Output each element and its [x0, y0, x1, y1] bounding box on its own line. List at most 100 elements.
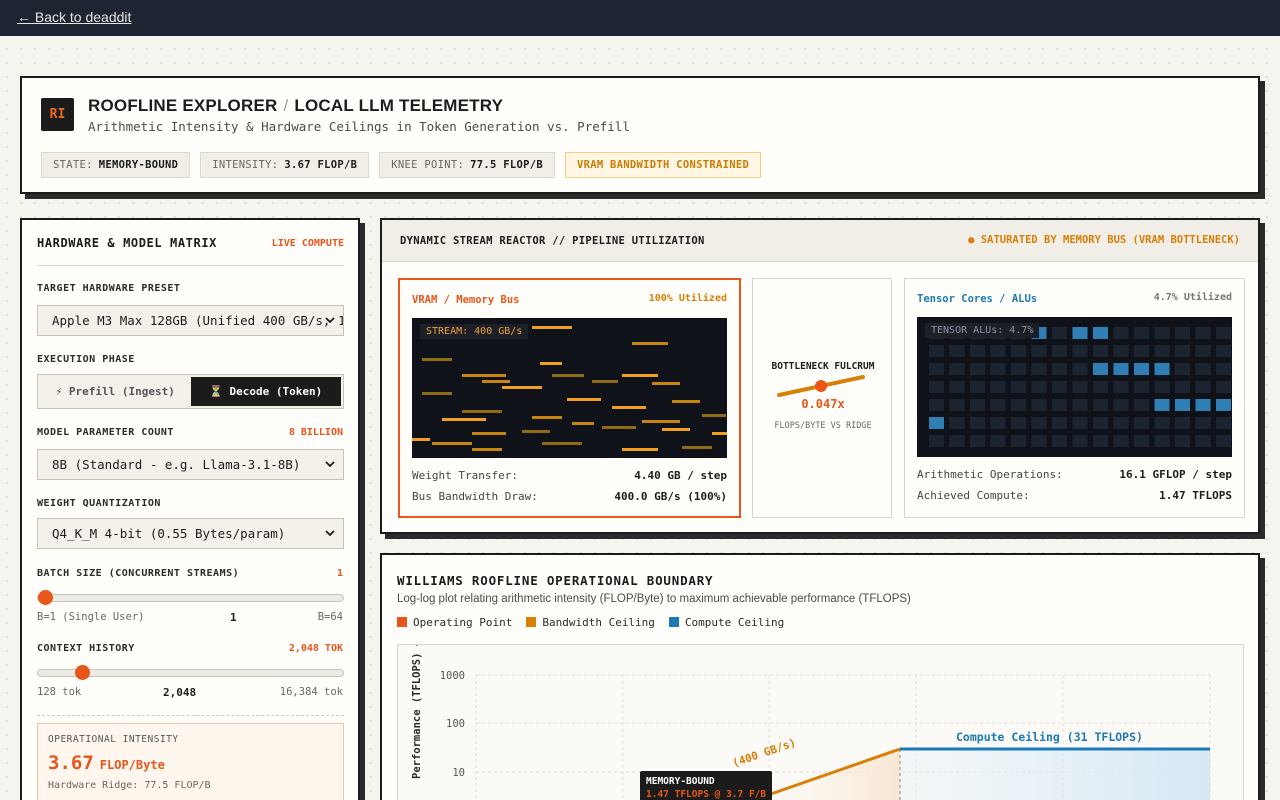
stream-dash [652, 382, 680, 385]
phase-prefill-button[interactable]: ⚡ Prefill (Ingest) [40, 377, 191, 406]
stat-value: 1.47 TFLOPS [1159, 489, 1232, 502]
alu-cell [929, 345, 944, 357]
status-badges: STATE: MEMORY-BOUND INTENSITY: 3.67 FLOP/B… [41, 152, 762, 178]
fulcrum-lever-icon [777, 375, 865, 397]
badge-value: 3.67 FLOP/B [284, 159, 358, 171]
badge-value: MEMORY-BOUND [98, 159, 179, 171]
alu-cell [1134, 345, 1149, 357]
bottleneck-fulcrum-card: BOTTLENECK FULCRUM 0.047x FLOPS/BYTE VS … [752, 278, 892, 518]
stream-dash [532, 326, 572, 329]
batch-label: BATCH SIZE (CONCURRENT STREAMS) [37, 568, 240, 579]
panel-title: HARDWARE & MODEL MATRIX [37, 236, 217, 250]
tooltip-line-1: MEMORY-BOUND [646, 776, 715, 787]
alu-grid-visual: TENSOR ALUs: 4.7% [917, 317, 1232, 457]
alu-cell [1113, 327, 1129, 339]
context-slider-handle[interactable] [74, 665, 90, 680]
header-card: RI ROOFLINE EXPLORER / LOCAL LLM TELEMETRY… [20, 76, 1260, 194]
state-badge: STATE: MEMORY-BOUND [41, 152, 191, 178]
stream-dash [592, 380, 618, 383]
alu-cell [1072, 327, 1088, 339]
badge-key: KNEE POINT: [391, 159, 465, 171]
reactor-title: DYNAMIC STREAM REACTOR // PIPELINE UTILI… [400, 235, 705, 247]
roofline-description: Log-log plot relating arithmetic intensi… [397, 593, 911, 605]
alu-cell [1093, 345, 1108, 357]
panel-header: HARDWARE & MODEL MATRIX LIVE COMPUTE [37, 236, 344, 266]
stream-dash [462, 374, 506, 377]
alu-cell [1072, 381, 1088, 393]
alu-cell [970, 417, 985, 429]
stream-reactor-panel: DYNAMIC STREAM REACTOR // PIPELINE UTILI… [380, 218, 1260, 534]
alu-cell [1011, 345, 1026, 357]
stat-key: Weight Transfer: [412, 469, 518, 482]
alu-cell [1011, 381, 1026, 393]
reactor-header: DYNAMIC STREAM REACTOR // PIPELINE UTILI… [382, 220, 1258, 262]
back-link[interactable]: ← Back to deaddit [17, 9, 131, 25]
params-select[interactable]: 8B (Standard - e.g. Llama-3.1-8B) [37, 449, 344, 480]
stream-dash [682, 446, 712, 449]
stream-dash [412, 438, 430, 441]
stream-dash [572, 422, 594, 425]
stream-dash [532, 416, 562, 419]
alu-cell [1072, 345, 1088, 357]
batch-slider[interactable] [37, 590, 344, 605]
stream-dash [632, 342, 668, 345]
stream-dash [622, 374, 658, 377]
batch-max: B=64 [317, 611, 343, 623]
alu-cell [1011, 399, 1026, 411]
knee-point-badge: KNEE POINT: 77.5 FLOP/B [379, 152, 555, 178]
legend-label: Operating Point [413, 616, 513, 629]
alu-cell [1154, 345, 1170, 357]
legend-operating-point: Operating Point [397, 616, 512, 629]
stream-dash [712, 432, 727, 435]
chevron-down-icon [325, 317, 335, 324]
legend-label: Bandwidth Ceiling [542, 616, 655, 629]
alu-cell [1216, 327, 1231, 339]
stream-dash [702, 414, 726, 417]
fulcrum-value: 0.047x [801, 397, 845, 411]
reactor-status: ● SATURATED BY MEMORY BUS (VRAM BOTTLENE… [968, 234, 1240, 246]
tensor-utilization: 4.7% Utilized [1153, 292, 1232, 303]
stream-dashes [412, 326, 727, 451]
alu-cell [990, 345, 1006, 357]
intensity-badge: INTENSITY: 3.67 FLOP/B [200, 152, 370, 178]
alu-cell [1031, 417, 1047, 429]
alu-cell [1031, 381, 1047, 393]
badge-key: STATE: [53, 159, 93, 171]
alu-cell [949, 345, 965, 357]
batch-slider-handle[interactable] [38, 590, 53, 605]
alu-cell [949, 417, 965, 429]
alu-cell [1195, 417, 1211, 429]
compute-ceiling-label: Compute Ceiling (31 TFLOPS) [956, 730, 1143, 744]
context-slider[interactable] [37, 665, 344, 680]
alu-cell [1052, 327, 1067, 339]
stat-value: 16.1 GFLOP / step [1119, 468, 1232, 481]
oi-ridge: Hardware Ridge: 77.5 FLOP/B [48, 780, 211, 791]
stream-dash [442, 418, 486, 421]
alu-cell [1216, 435, 1231, 447]
stream-dash [522, 430, 550, 433]
alu-cell [990, 435, 1006, 447]
alu-cell [929, 363, 944, 375]
alu-cell [1195, 327, 1211, 339]
alu-cell [1195, 399, 1211, 411]
stream-dash [432, 442, 472, 445]
page-title: ROOFLINE EXPLORER / LOCAL LLM TELEMETRY [88, 96, 503, 116]
alu-cell [1113, 381, 1129, 393]
quant-select[interactable]: Q4_K_M 4-bit (0.55 Bytes/param) [37, 518, 344, 549]
phase-decode-button[interactable]: ⏳ Decode (Token) [190, 377, 341, 406]
hardware-select[interactable]: Apple M3 Max 128GB (Unified 400 GB/s, 14… [37, 305, 344, 336]
alu-cell [1011, 417, 1026, 429]
alu-cell [970, 345, 985, 357]
oi-value: 3.67 [48, 752, 94, 774]
alu-cell [1093, 381, 1108, 393]
alu-cell [1216, 381, 1231, 393]
vram-warning-badge: VRAM BANDWIDTH CONSTRAINED [564, 152, 762, 178]
alu-cell [1072, 399, 1088, 411]
alu-cell [1072, 363, 1088, 375]
fulcrum-title: BOTTLENECK FULCRUM [771, 361, 875, 372]
alu-cell [949, 363, 965, 375]
alu-cell [1175, 363, 1190, 375]
alu-cell [1175, 417, 1190, 429]
hardware-label: TARGET HARDWARE PRESET [37, 283, 181, 294]
badge-value: 77.5 FLOP/B [470, 159, 543, 171]
